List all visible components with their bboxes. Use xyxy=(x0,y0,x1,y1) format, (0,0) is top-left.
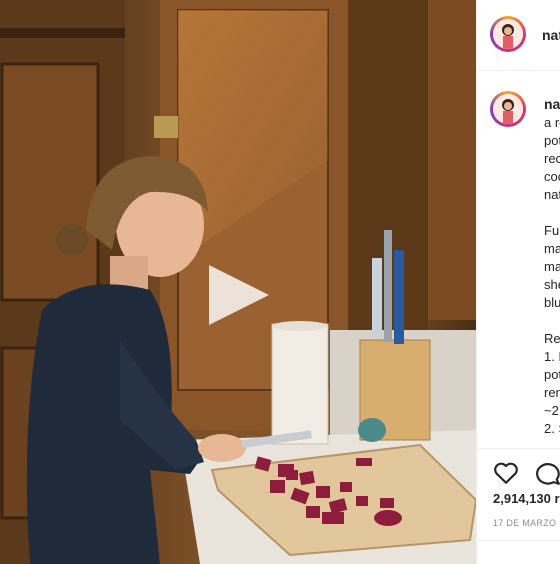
caption-line: ma xyxy=(544,241,560,256)
caption-line: nat xyxy=(544,187,560,202)
caption-line: rec xyxy=(544,151,560,166)
add-comment-area[interactable] xyxy=(477,540,560,564)
post-video[interactable] xyxy=(0,0,476,564)
caption-line: she xyxy=(544,277,560,292)
avatar-image xyxy=(493,19,523,49)
avatar[interactable] xyxy=(490,16,526,52)
header-username[interactable]: nat xyxy=(542,27,560,43)
comment-button[interactable] xyxy=(533,460,560,491)
caption-text: a re pot rec coo nat Fun ma ma she blu Rec 1. E po… xyxy=(544,114,560,438)
caption-line: pot xyxy=(544,367,560,382)
heart-icon xyxy=(494,462,518,484)
caption-line: 2. S xyxy=(544,421,560,436)
post-header: nat xyxy=(477,0,560,71)
post-sidebar: nat nat a re pot rec coo nat Fun ma ma she blu R… xyxy=(476,0,560,564)
caption-line: ma xyxy=(544,259,560,274)
caption-avatar-image xyxy=(493,94,523,124)
caption-line: Fun xyxy=(544,223,560,238)
post-date[interactable]: 17 DE MARZO xyxy=(493,518,556,528)
like-button[interactable] xyxy=(493,461,519,490)
caption-line: Rec xyxy=(544,331,560,346)
comment-icon xyxy=(536,463,560,485)
caption-line xyxy=(544,204,560,222)
caption-line: ren xyxy=(544,385,560,400)
play-icon xyxy=(209,265,269,325)
caption-line xyxy=(544,312,560,330)
caption-line: blu xyxy=(544,295,560,310)
caption-line: 1. E xyxy=(544,349,560,364)
caption-line: ~2 xyxy=(544,403,559,418)
caption-line: a re xyxy=(544,115,560,130)
caption-line: pot xyxy=(544,133,560,148)
likes-count[interactable]: 2,914,130 re xyxy=(493,491,560,506)
caption-username[interactable]: nat xyxy=(544,96,560,112)
caption-avatar[interactable] xyxy=(490,91,526,127)
play-button[interactable] xyxy=(207,263,271,327)
caption-line: coo xyxy=(544,169,560,184)
